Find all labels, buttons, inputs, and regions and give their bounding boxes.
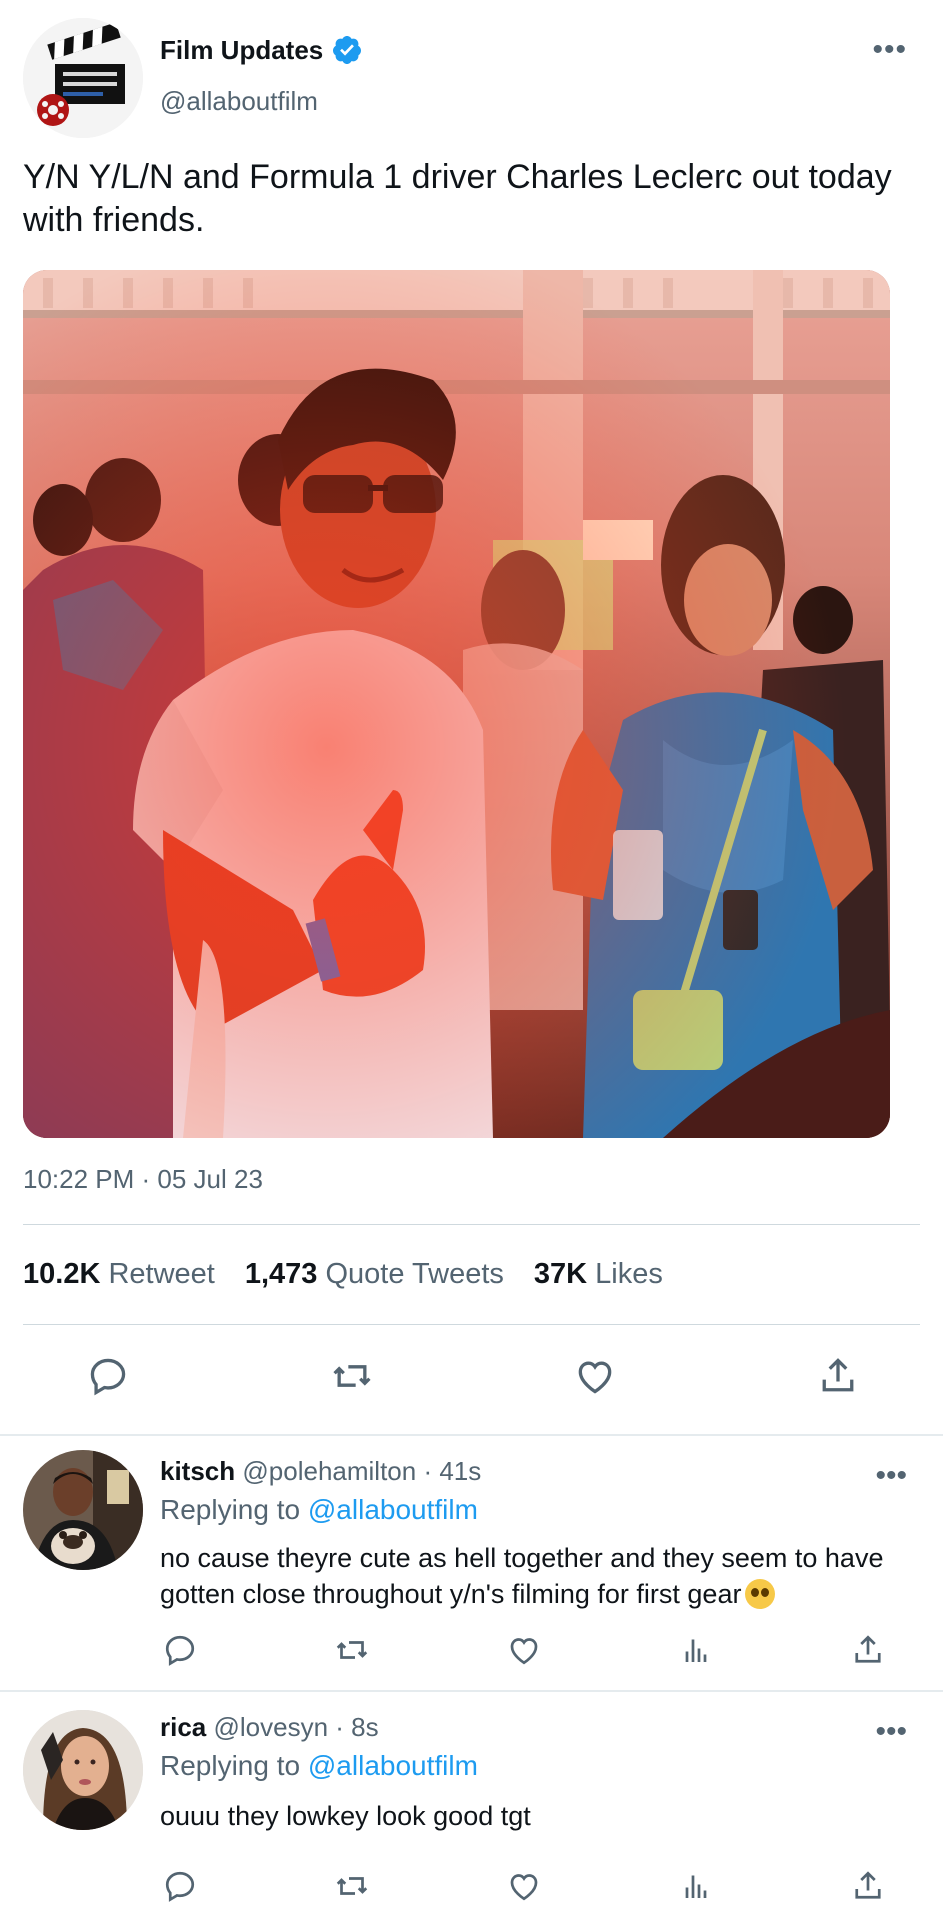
reply-author-meta[interactable]: @polehamilton · 41s <box>242 1456 481 1486</box>
replying-to-line: Replying to @allaboutfilm <box>160 1750 478 1782</box>
like-icon <box>510 1638 538 1665</box>
retweets-count: 10.2K <box>23 1258 101 1290</box>
reply-text: ouuu they lowkey look good tgt <box>160 1801 531 1831</box>
retweet-icon <box>336 1877 368 1895</box>
likes-label: Likes <box>595 1258 663 1290</box>
analytics-button[interactable] <box>674 1628 718 1672</box>
share-button[interactable] <box>846 1628 890 1672</box>
film-updates-avatar[interactable] <box>23 18 143 138</box>
reply-author-name[interactable]: kitsch <box>160 1456 235 1486</box>
reply-header: rica @lovesyn · 8s <box>160 1712 379 1743</box>
reply-text: no cause theyre cute as hell together an… <box>160 1540 920 1612</box>
section-divider <box>0 1434 943 1436</box>
tweet-timestamp[interactable]: 10:22 PM · 05 Jul 23 <box>23 1164 263 1195</box>
reply-button[interactable] <box>82 1350 134 1402</box>
replying-prefix: Replying to <box>160 1750 301 1781</box>
pleading-face-emoji <box>745 1579 776 1609</box>
more-icon[interactable]: ••• <box>875 1717 907 1747</box>
more-icon[interactable]: ••• <box>872 35 907 65</box>
reply-author-name[interactable]: rica <box>160 1712 206 1742</box>
retweet-icon <box>333 1365 371 1387</box>
like-icon <box>578 1361 612 1394</box>
tweet-text: Y/N Y/L/N and Formula 1 driver Charles L… <box>23 158 892 239</box>
avatar-photo <box>23 1450 143 1570</box>
reply-header: kitsch @polehamilton · 41s <box>160 1456 481 1487</box>
clapperboard-logo-icon <box>23 18 143 138</box>
retweets-stat[interactable]: 10.2K Retweet <box>23 1258 215 1291</box>
share-icon <box>822 1358 854 1392</box>
like-icon <box>510 1874 538 1901</box>
retweet-button[interactable] <box>326 1350 378 1402</box>
divider <box>23 1324 920 1325</box>
retweet-icon <box>336 1641 368 1659</box>
tweet-actions <box>0 1350 943 1410</box>
verified-badge-icon <box>333 36 362 64</box>
replying-to-line: Replying to @allaboutfilm <box>160 1494 478 1526</box>
retweet-button[interactable] <box>330 1628 374 1672</box>
like-button[interactable] <box>502 1864 546 1908</box>
avatar-photo <box>23 1710 143 1830</box>
tweet-photo[interactable] <box>23 270 890 1138</box>
like-button[interactable] <box>502 1628 546 1672</box>
share-button[interactable] <box>846 1864 890 1908</box>
reply-divider <box>0 1690 943 1692</box>
reply-author-meta[interactable]: @lovesyn · 8s <box>214 1712 379 1742</box>
reply-text-content: no cause theyre cute as hell together an… <box>160 1543 884 1609</box>
tweet-stats: 10.2K Retweet 1,473 Quote Tweets 37K Lik… <box>23 1258 663 1291</box>
replying-to-link[interactable]: @allaboutfilm <box>308 1494 478 1525</box>
tweet-photo-image <box>23 270 890 1138</box>
rica-avatar[interactable] <box>23 1710 143 1830</box>
analytics-button[interactable] <box>674 1864 718 1908</box>
likes-stat[interactable]: 37K Likes <box>534 1258 663 1291</box>
author-name-row[interactable]: Film Updates <box>160 34 363 66</box>
divider <box>23 1224 920 1225</box>
author-display-name[interactable]: Film Updates <box>160 35 323 66</box>
retweet-button[interactable] <box>330 1864 374 1908</box>
quotes-stat[interactable]: 1,473 Quote Tweets <box>245 1258 504 1291</box>
replying-to-link[interactable]: @allaboutfilm <box>308 1750 478 1781</box>
replying-prefix: Replying to <box>160 1494 301 1525</box>
quotes-count: 1,473 <box>244 1258 318 1290</box>
more-icon[interactable]: ••• <box>875 1461 907 1491</box>
share-icon <box>855 1635 881 1663</box>
reply-button[interactable] <box>158 1864 202 1908</box>
reply-icon <box>165 1635 195 1666</box>
reply-icon <box>90 1358 126 1396</box>
reply-icon <box>165 1871 195 1902</box>
share-icon <box>855 1871 881 1899</box>
retweets-label: Retweet <box>108 1258 215 1290</box>
author-handle[interactable]: @allaboutfilm <box>160 86 318 117</box>
like-button[interactable] <box>569 1350 621 1402</box>
quotes-label: Quote Tweets <box>325 1258 504 1290</box>
analytics-icon <box>685 1875 707 1898</box>
likes-count: 37K <box>533 1258 588 1290</box>
analytics-icon <box>685 1639 707 1662</box>
kitsch-avatar[interactable] <box>23 1450 143 1570</box>
share-button[interactable] <box>812 1350 864 1402</box>
reply-button[interactable] <box>158 1628 202 1672</box>
